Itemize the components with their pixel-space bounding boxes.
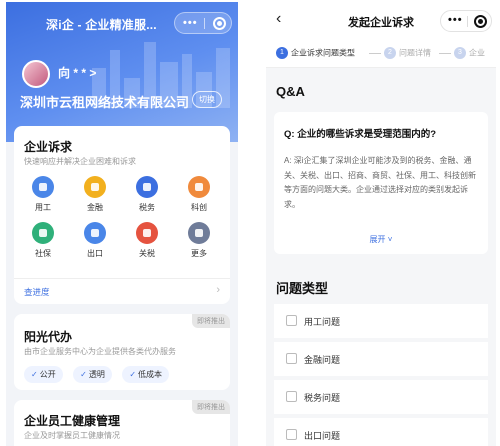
health-title: 企业员工健康管理 [24,414,121,428]
option-label: 用工问题 [304,317,341,327]
customs-shield-icon [136,222,158,244]
step-label: 企业诉求问题类型 [291,48,355,58]
step-number: 2 [384,47,396,59]
home-header: 深i企 - 企业精准服... ••• 向 * * > 深圳市云租网络技术有限公司… [6,2,238,142]
employee-health-card[interactable]: 即将推出 企业员工健康管理 企业及时掌握员工健康情况 [14,400,230,446]
close-target-icon[interactable] [213,17,226,30]
pill-label: 低成本 [138,370,163,379]
checkbox[interactable] [286,315,297,326]
problem-type-option[interactable]: 税务问题 [274,380,488,414]
category-item-social-security[interactable]: 社保 [20,222,66,259]
sunshine-agency-card[interactable]: 即将推出 阳光代办 由市企业服务中心为企业提供各类代办服务 ✓ 公开 ✓ 透明 ✓ 低… [14,314,230,390]
more-dots-icon[interactable]: ••• [183,17,198,29]
social-security-icon [32,222,54,244]
step-number: 1 [276,47,288,59]
category-label: 税务 [139,203,155,212]
step-number: 3 [454,47,466,59]
step-label: 企业 [469,48,485,58]
step-connector [369,53,381,54]
check-progress-link[interactable]: 查进度 [24,286,50,298]
export-pin-icon [84,222,106,244]
check-icon: ✓ [80,370,87,379]
category-item-employment[interactable]: 用工 [20,176,66,213]
pill-label: 透明 [88,370,105,379]
expand-button[interactable]: 展开 ˅ [274,234,488,245]
close-target-icon[interactable] [474,15,487,28]
step-1: 1 企业诉求问题类型 [276,47,355,59]
qa-answer: A: 深i企汇集了深圳企业可能涉及到的税务、金融、通关、关税、出口、招商、商贸、… [284,156,476,209]
category-item-tax[interactable]: 税务 [124,176,170,213]
feature-pill: ✓ 透明 [73,366,112,383]
chevron-down-icon: ˅ [385,235,393,244]
check-progress-row[interactable]: 查进度 › [14,278,230,304]
category-item-more[interactable]: 更多 [176,222,222,259]
capsule-divider [467,16,468,27]
complaint-form-screen: ‹ 发起企业诉求 ••• 1 企业诉求问题类型 2 问题详情 3 企业 Q&A Q: … [266,2,496,446]
more-dots-icon[interactable]: ••• [448,14,463,26]
innovation-bulb-icon [188,176,210,198]
qa-heading: Q&A [276,84,305,99]
complaint-card: 企业诉求 快速响应并解决企业困难和诉求 用工 金融 税务 科创 社保 出口 关税… [14,126,230,304]
more-grid-icon [188,222,210,244]
home-nav-title: 深i企 - 企业精准服... [46,18,157,32]
avatar[interactable] [22,60,50,88]
user-name[interactable]: 向 * * > [58,64,96,81]
checkbox[interactable] [286,429,297,440]
capsule-divider [204,18,205,29]
category-label: 用工 [35,203,51,212]
chevron-right-icon: › [216,284,220,296]
coming-soon-badge: 即将推出 [192,314,230,328]
category-label: 社保 [35,249,51,258]
step-indicator: 1 企业诉求问题类型 2 问题详情 3 企业 [266,40,496,68]
user-work-icon [32,176,54,198]
problem-type-option[interactable]: 用工问题 [274,304,488,338]
problem-type-option[interactable]: 金融问题 [274,342,488,376]
category-label: 更多 [191,249,207,258]
category-label: 科创 [191,203,207,212]
option-label: 出口问题 [304,431,341,441]
tax-doc-icon [136,176,158,198]
checkbox[interactable] [286,353,297,364]
feature-pill: ✓ 低成本 [122,366,170,383]
step-3: 3 企业 [454,47,485,59]
miniprogram-capsule[interactable]: ••• [440,10,492,32]
check-icon: ✓ [31,370,38,379]
form-nav-bar: ‹ 发起企业诉求 ••• [266,2,496,40]
category-item-finance[interactable]: 金融 [72,176,118,213]
feature-pills: ✓ 公开 ✓ 透明 ✓ 低成本 [24,364,175,383]
category-item-export[interactable]: 出口 [72,222,118,259]
option-label: 金融问题 [304,355,341,365]
category-item-customs[interactable]: 关税 [124,222,170,259]
category-label: 金融 [87,203,103,212]
check-icon: ✓ [129,370,137,379]
coming-soon-badge: 即将推出 [192,400,230,414]
home-screen: 深i企 - 企业精准服... ••• 向 * * > 深圳市云租网络技术有限公司… [6,2,238,446]
complaint-title: 企业诉求 [24,140,73,154]
problem-type-option[interactable]: 出口问题 [274,418,488,446]
step-connector [439,53,451,54]
feature-pill: ✓ 公开 [24,366,63,383]
health-subtitle: 企业及时掌握员工健康情况 [24,431,120,440]
category-label: 出口 [87,249,103,258]
sunshine-title: 阳光代办 [24,330,73,344]
sunshine-subtitle: 由市企业服务中心为企业提供各类代办服务 [24,347,176,356]
screenshot-stage: 深i企 - 企业精准服... ••• 向 * * > 深圳市云租网络技术有限公司… [0,0,500,446]
option-label: 税务问题 [304,393,341,403]
pill-label: 公开 [39,370,56,379]
switch-company-button[interactable]: 切换 [192,91,222,108]
problem-type-heading: 问题类型 [276,281,329,296]
expand-label: 展开 [369,235,386,244]
step-label: 问题详情 [399,48,431,58]
category-label: 关税 [139,249,155,258]
category-item-innovation[interactable]: 科创 [176,176,222,213]
qa-question: Q: 企业的哪些诉求是受理范围内的? [284,129,436,140]
finance-coin-icon [84,176,106,198]
checkbox[interactable] [286,391,297,402]
qa-card: Q: 企业的哪些诉求是受理范围内的? A: 深i企汇集了深圳企业可能涉及到的税务… [274,112,488,254]
company-name: 深圳市云租网络技术有限公司 [20,95,190,110]
step-2: 2 问题详情 [384,47,431,59]
complaint-subtitle: 快速响应并解决企业困难和诉求 [24,157,136,166]
miniprogram-capsule[interactable]: ••• [174,12,232,34]
